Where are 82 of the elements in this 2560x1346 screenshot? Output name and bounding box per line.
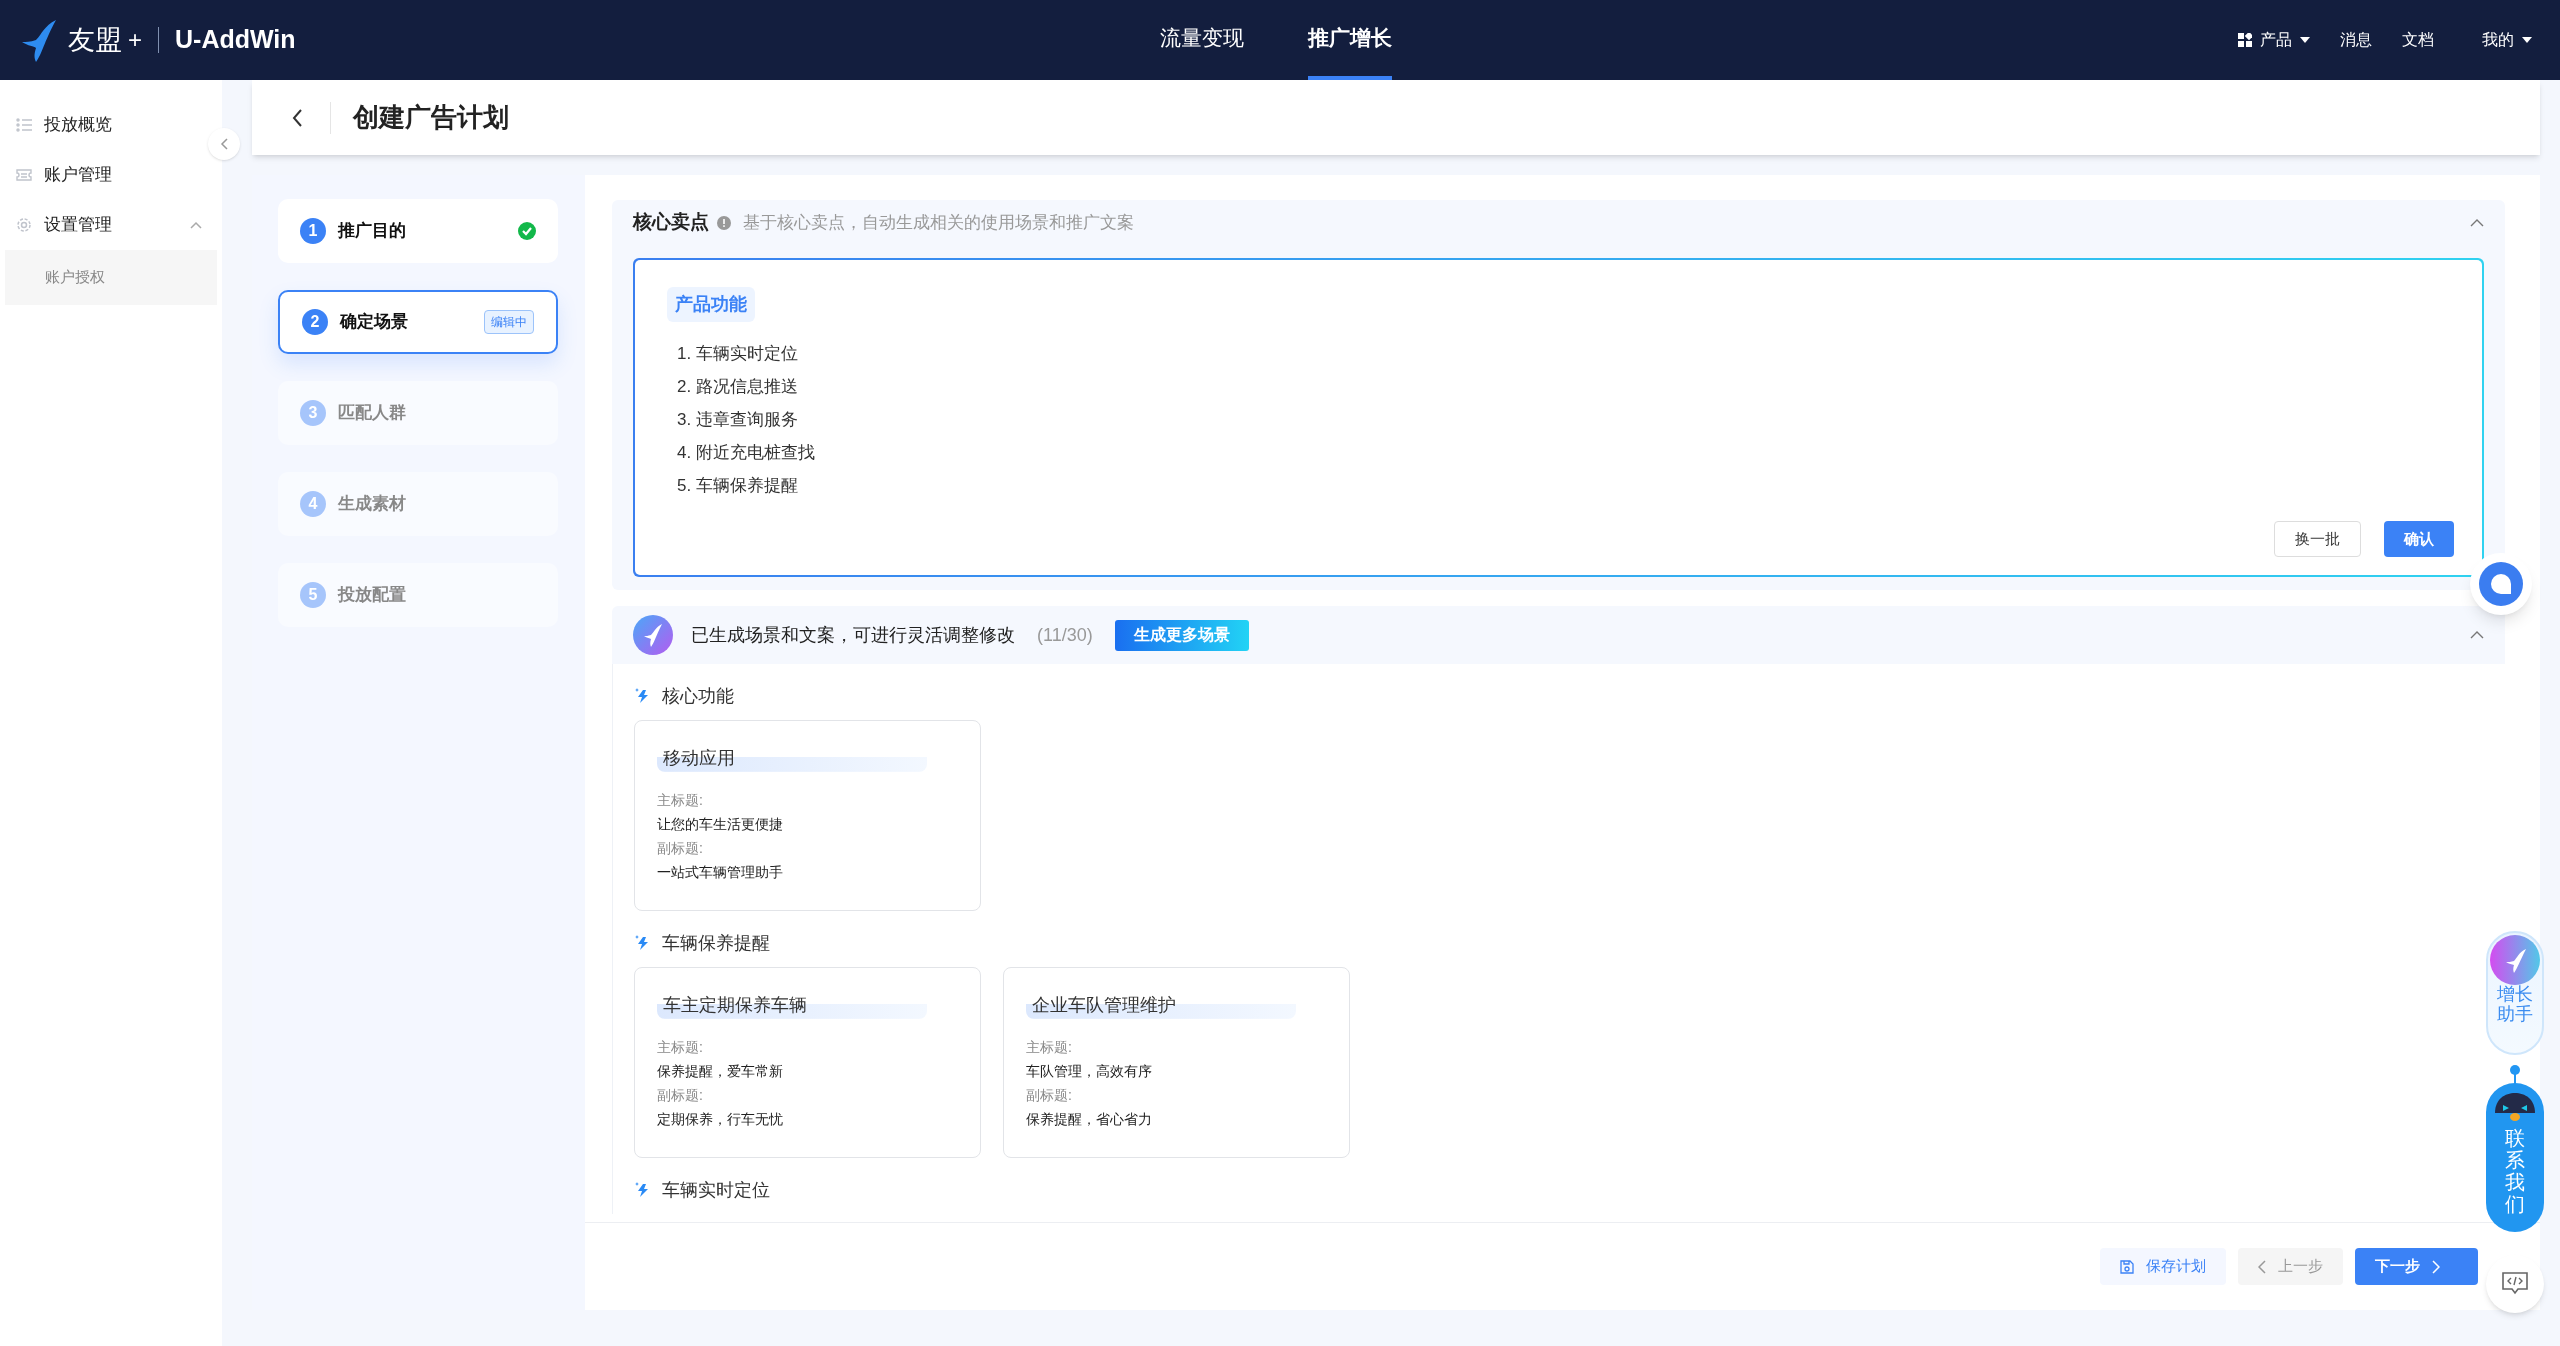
info-icon xyxy=(717,215,731,230)
sidebar-item[interactable]: 投放概览 xyxy=(44,112,112,138)
settings-icon xyxy=(16,217,32,233)
selling-point-item: 4. 附近充电桩查找 xyxy=(677,442,816,464)
brand-name: 友盟 xyxy=(68,23,122,57)
save-button[interactable]: 保存计划 xyxy=(2100,1248,2226,1285)
collapse-icon[interactable] xyxy=(2470,218,2484,227)
chevron-right-icon xyxy=(2432,1259,2440,1274)
step-label: 推广目的 xyxy=(338,220,406,243)
group-title: 车辆实时定位 xyxy=(662,1178,770,1202)
step-card[interactable]: 2 确定场景 编辑中 xyxy=(278,290,558,354)
list-icon xyxy=(16,117,32,133)
assistant-logo-icon xyxy=(2490,935,2540,985)
status-badge: 编辑中 xyxy=(484,310,534,334)
scene-name: 企业车队管理维护 xyxy=(1026,992,1296,1019)
chevron-left-icon xyxy=(220,138,228,150)
section-title: 核心卖点 xyxy=(633,210,709,235)
category-tag: 产品功能 xyxy=(667,287,755,322)
step-label: 生成素材 xyxy=(338,493,406,516)
step-number: 2 xyxy=(302,309,328,335)
caret-icon xyxy=(2300,37,2310,43)
step-label: 投放配置 xyxy=(338,584,406,607)
card-icon xyxy=(16,167,32,183)
confirm-button[interactable]: 确认 xyxy=(2384,521,2454,557)
scenes-summary: 已生成场景和文案，可进行灵活调整修改 xyxy=(691,623,1015,647)
bird-logo-icon xyxy=(22,18,58,62)
caret-icon xyxy=(2522,37,2532,43)
nav-menu-item[interactable]: 消息 xyxy=(2340,28,2372,52)
scene-card[interactable]: 企业车队管理维护 主标题: 车队管理，高效有序 副标题: 保养提醒，省心省力 xyxy=(1003,967,1350,1158)
back-icon xyxy=(292,108,302,127)
sidebar-item[interactable]: 设置管理 xyxy=(44,212,112,238)
assistant-logo-icon xyxy=(633,615,673,655)
scenes-count: (11/30) xyxy=(1037,623,1093,647)
step-number: 4 xyxy=(300,491,326,517)
main-title-text: 让您的车生活更便捷 xyxy=(657,815,784,834)
selling-point-item: 1. 车辆实时定位 xyxy=(677,343,799,365)
subtitle-text: 保养提醒，省心省力 xyxy=(1026,1110,1153,1129)
main-title-text: 车队管理，高效有序 xyxy=(1026,1062,1153,1081)
nav-menu-item[interactable]: 产品 xyxy=(2238,28,2310,52)
chat-bubble-icon xyxy=(2479,562,2523,606)
scene-card[interactable]: 车主定期保养车辆 主标题: 保养提醒，爱车常新 副标题: 定期保养，行车无忧 xyxy=(634,967,981,1158)
collapse-icon[interactable] xyxy=(2470,631,2484,639)
scene-name: 移动应用 xyxy=(657,745,927,772)
subtitle-text: 一站式车辆管理助手 xyxy=(657,863,784,882)
scene-card[interactable]: 移动应用 主标题: 让您的车生活更便捷 副标题: 一站式车辆管理助手 xyxy=(634,720,981,911)
nav-menu-item[interactable]: 文档 xyxy=(2402,28,2434,52)
field-label: 主标题: xyxy=(1026,1038,1073,1057)
group-title: 核心功能 xyxy=(662,684,734,708)
field-label: 副标题: xyxy=(657,1086,704,1105)
main-title-text: 保养提醒，爱车常新 xyxy=(657,1062,784,1081)
subtitle-text: 定期保养，行车无忧 xyxy=(657,1110,784,1129)
page-title: 创建广告计划 xyxy=(353,101,509,134)
antenna-drawing xyxy=(2509,1064,2521,1084)
nav-menu-item[interactable]: 我的 xyxy=(2482,28,2532,52)
check-icon xyxy=(518,222,536,240)
group-title: 车辆保养提醒 xyxy=(662,931,770,955)
robot-face-icon xyxy=(2493,1091,2537,1123)
step-number: 5 xyxy=(300,582,326,608)
nav-tab[interactable]: 流量变现 xyxy=(1160,0,1244,80)
step-card[interactable]: 1 推广目的 xyxy=(278,199,558,263)
step-label: 匹配人群 xyxy=(338,402,406,425)
refresh-button[interactable]: 换一批 xyxy=(2274,521,2361,557)
field-label: 主标题: xyxy=(657,1038,704,1057)
product-name: U-AddWin xyxy=(175,24,296,56)
brand-plus: + xyxy=(128,25,142,55)
step-number: 1 xyxy=(300,218,326,244)
apps-icon xyxy=(2238,33,2252,47)
section-hint: 基于核心卖点，自动生成相关的使用场景和推广文案 xyxy=(743,211,1134,234)
scene-name: 车主定期保养车辆 xyxy=(657,992,927,1019)
sidebar-item[interactable]: 账户管理 xyxy=(44,162,112,188)
field-label: 副标题: xyxy=(657,839,704,858)
code-feedback-icon xyxy=(2502,1272,2528,1296)
step-label: 确定场景 xyxy=(340,311,408,334)
step-number: 3 xyxy=(300,400,326,426)
field-label: 主标题: xyxy=(657,791,704,810)
chevron-left-icon xyxy=(2258,1259,2266,1274)
save-icon xyxy=(2120,1259,2134,1274)
field-label: 副标题: xyxy=(1026,1086,1073,1105)
next-button[interactable]: 下一步 xyxy=(2355,1248,2478,1285)
selling-point-item: 3. 违章查询服务 xyxy=(677,409,799,431)
selling-point-item: 2. 路况信息推送 xyxy=(677,376,799,398)
selling-point-item: 5. 车辆保养提醒 xyxy=(677,475,799,497)
